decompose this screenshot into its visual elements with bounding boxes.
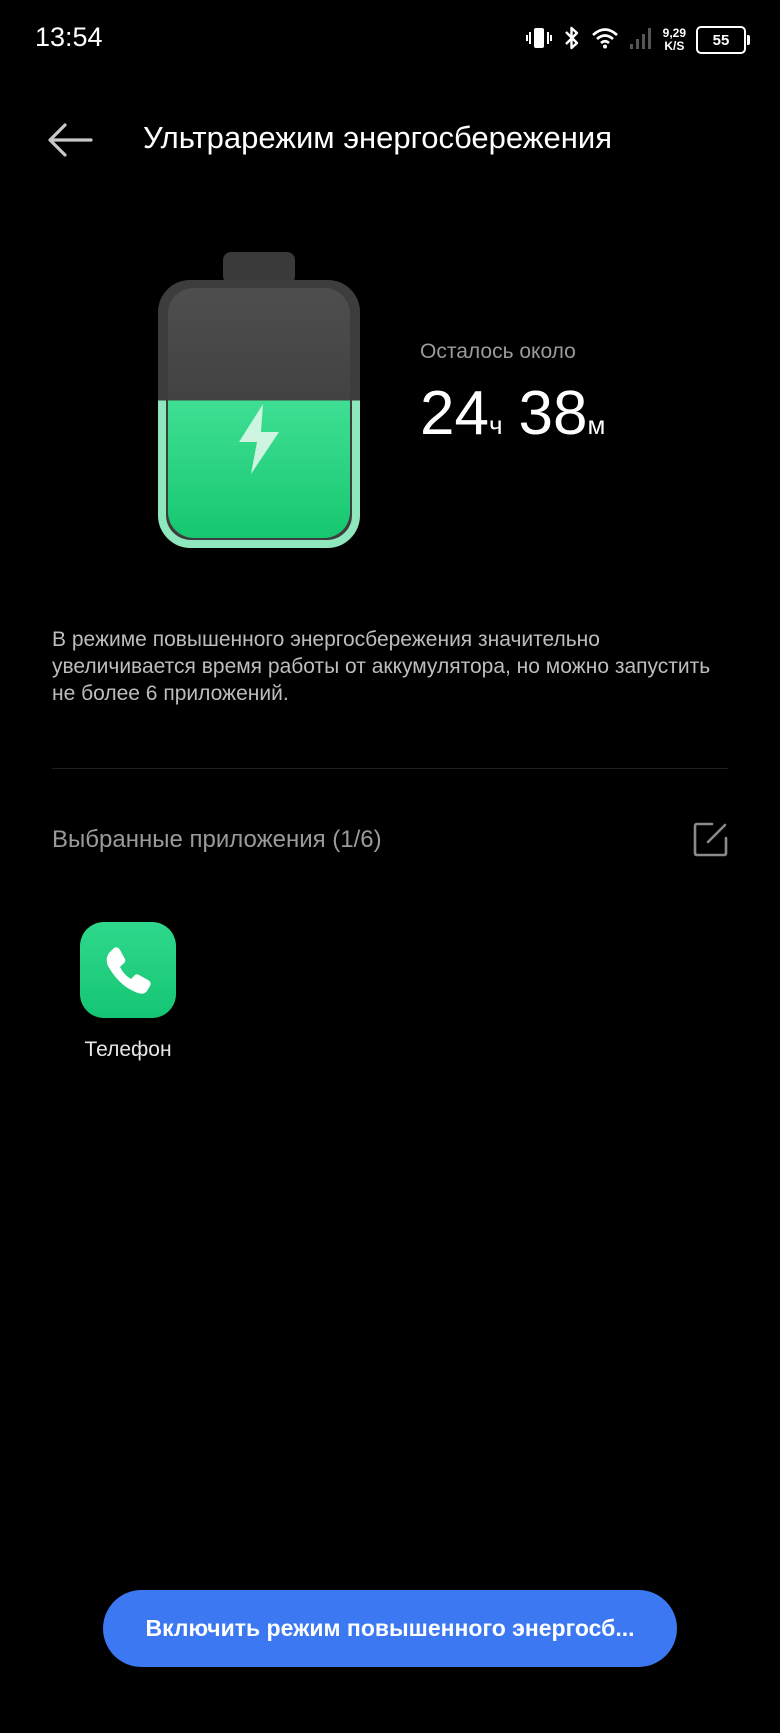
- phone-icon: [106, 947, 151, 994]
- header: Ультрарежим энергосбережения: [0, 100, 780, 180]
- page-title: Ультрарежим энергосбережения: [143, 120, 612, 155]
- status-time: 13:54: [35, 22, 103, 52]
- status-bar: 13:54 9,29 K/S 55: [0, 0, 780, 80]
- remaining-hours: 24: [420, 379, 489, 448]
- battery-illustration: [158, 250, 360, 548]
- app-label: Телефон: [84, 1038, 172, 1061]
- remaining-time-block: Осталось около 24ч 38м: [420, 340, 605, 449]
- phone-app-icon: [80, 922, 176, 1018]
- remaining-minutes: 38: [518, 379, 588, 448]
- bluetooth-icon: [563, 25, 581, 56]
- mode-description: В режиме повышенного энергосбережения зн…: [52, 628, 711, 705]
- network-speed: 9,29 K/S: [663, 27, 686, 53]
- battery-level: 55: [712, 31, 730, 49]
- remaining-minutes-unit: м: [587, 410, 606, 440]
- edit-apps-button[interactable]: [692, 820, 730, 858]
- enable-ultra-saving-button[interactable]: Включить режим повышенного энергосб...: [103, 1590, 677, 1667]
- cellular-signal-icon: [629, 26, 653, 55]
- divider: [52, 768, 728, 769]
- selected-apps-title: Выбранные приложения (1/6): [52, 826, 382, 853]
- lightning-bolt-icon: [239, 404, 279, 474]
- network-speed-unit: K/S: [664, 39, 685, 53]
- vibrate-icon: [525, 26, 553, 55]
- back-button[interactable]: [40, 114, 100, 166]
- app-item-phone[interactable]: Телефон: [70, 922, 186, 1062]
- battery-status-icon: 55: [696, 26, 750, 54]
- wifi-icon: [591, 27, 619, 54]
- remaining-time: 24ч 38м: [420, 378, 605, 449]
- arrow-left-icon: [48, 123, 93, 157]
- edit-icon: [693, 822, 728, 857]
- remaining-hours-unit: ч: [488, 410, 503, 440]
- status-icons: 9,29 K/S 55: [525, 22, 750, 58]
- remaining-label: Осталось около: [420, 340, 576, 363]
